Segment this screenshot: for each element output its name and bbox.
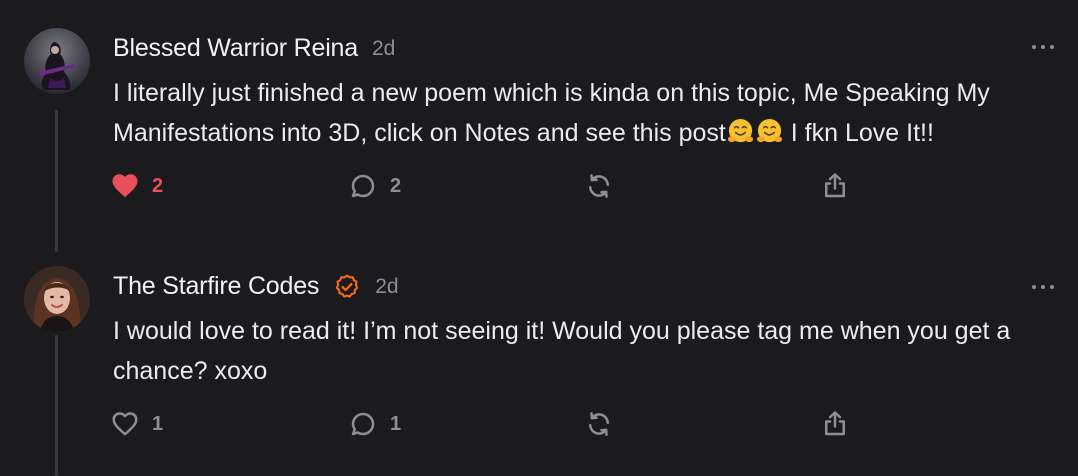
timestamp[interactable]: 2d [375, 275, 398, 299]
like-button[interactable]: 2 [110, 171, 163, 201]
share-button[interactable] [820, 409, 850, 439]
comment-body: I would love to read it! I’m not seeing … [113, 311, 1033, 391]
author-name[interactable]: The Starfire Codes [113, 272, 319, 301]
comment-actions: 2 2 [110, 171, 860, 205]
share-icon [825, 173, 845, 198]
comment-item: Blessed Warrior Reina 2d I literally jus… [0, 0, 1078, 240]
comment-item: The Starfire Codes 2d I would love to re… [0, 240, 1078, 476]
comment-header: The Starfire Codes 2d [113, 272, 399, 301]
author-name[interactable]: Blessed Warrior Reina [113, 34, 358, 63]
comment-text-tail: I fkn Love It!! [783, 119, 934, 147]
share-button[interactable] [820, 171, 850, 201]
comment-text: I would love to read it! I’m not seeing … [113, 317, 1011, 385]
share-icon [825, 411, 845, 436]
reply-count: 1 [390, 412, 402, 435]
comment-bubble-icon [351, 174, 375, 198]
like-button[interactable]: 1 [110, 409, 163, 439]
comment-header: Blessed Warrior Reina 2d [113, 34, 395, 63]
like-count: 2 [152, 174, 164, 197]
restack-button[interactable] [584, 409, 614, 439]
reply-button[interactable]: 1 [348, 409, 401, 439]
like-count: 1 [152, 412, 164, 435]
verified-check-icon [336, 274, 359, 298]
reply-button[interactable]: 2 [348, 171, 401, 201]
more-options-icon [1032, 285, 1036, 289]
avatar[interactable] [24, 266, 90, 332]
restack-button[interactable] [584, 171, 614, 201]
more-options-button[interactable] [1032, 44, 1054, 50]
reply-count: 2 [390, 174, 402, 197]
comments-thread: Blessed Warrior Reina 2d I literally jus… [0, 0, 1078, 476]
restack-icon [589, 412, 609, 436]
comment-body: I literally just finished a new poem whi… [113, 73, 1053, 153]
comment-bubble-icon [351, 412, 375, 436]
hugging-face-emoji [727, 118, 753, 143]
timestamp[interactable]: 2d [372, 37, 395, 61]
avatar[interactable] [24, 28, 90, 94]
more-options-button[interactable] [1032, 284, 1054, 290]
heart-icon [112, 412, 138, 436]
more-options-icon [1032, 45, 1036, 49]
hugging-face-emoji [756, 118, 782, 143]
restack-icon [589, 174, 609, 198]
heart-icon [112, 174, 138, 198]
comment-actions: 1 1 [110, 409, 860, 443]
